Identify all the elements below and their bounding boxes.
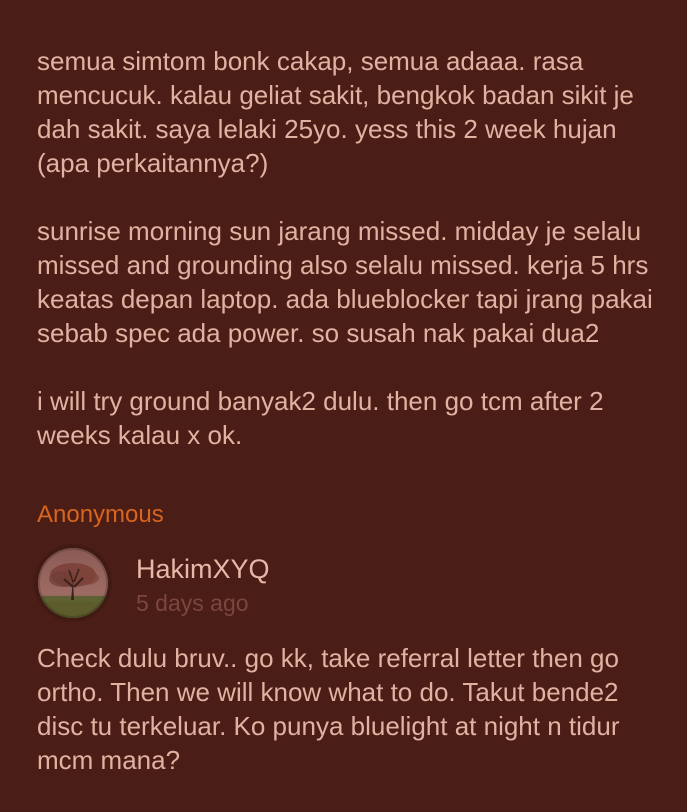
anonymous-message: semua simtom bonk cakap, semua adaaa. ra…	[37, 44, 657, 452]
reply-author[interactable]: HakimXYQ	[136, 552, 270, 586]
message-paragraph-3: i will try ground banyak2 dulu. then go …	[37, 386, 604, 450]
anonymous-author-link[interactable]: Anonymous	[37, 499, 164, 531]
message-paragraph-2: sunrise morning sun jarang missed. midda…	[37, 216, 653, 348]
message-paragraph-1: semua simtom bonk cakap, semua adaaa. ra…	[37, 46, 634, 178]
comment-thread: semua simtom bonk cakap, semua adaaa. ra…	[0, 0, 687, 812]
profile-photo-tree-icon	[38, 548, 108, 618]
reply-timestamp: 5 days ago	[136, 590, 249, 616]
reply-text: Check dulu bruv.. go kk, take referral l…	[37, 643, 620, 775]
avatar[interactable]	[38, 548, 108, 618]
